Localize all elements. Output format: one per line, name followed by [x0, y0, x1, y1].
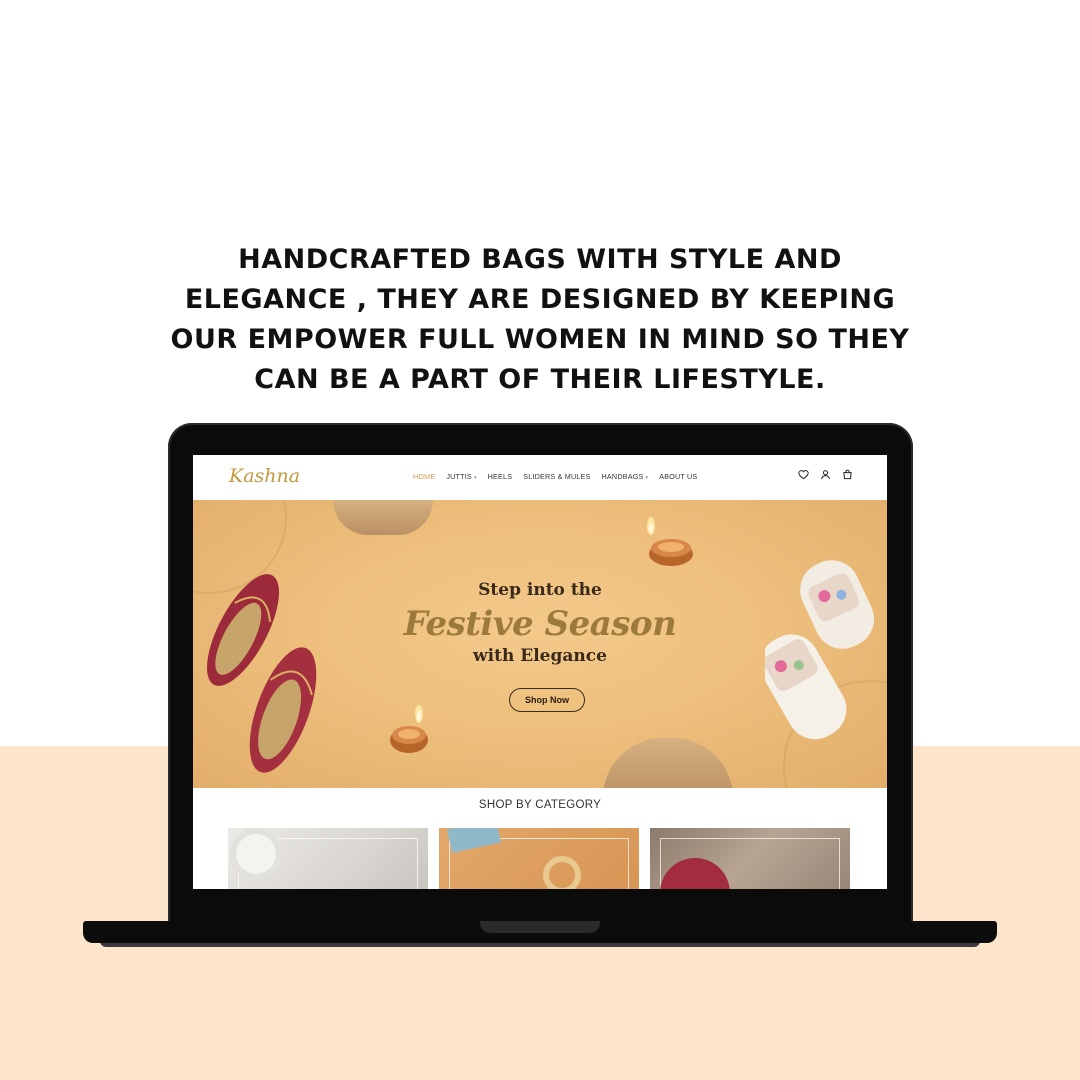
header-icons: [798, 469, 853, 480]
nav-handbags[interactable]: HANDBAGS ▾: [602, 472, 649, 481]
headline-line-2: ELEGANCE , THEY ARE DESIGNED BY KEEPING: [184, 284, 896, 315]
bangle-image: [543, 856, 581, 889]
diya-lamp-icon: [647, 517, 693, 566]
nav-sliders-mules[interactable]: SLIDERS & MULES: [523, 472, 590, 481]
laptop-notch: [480, 921, 600, 933]
category-tile[interactable]: [228, 828, 428, 889]
headline-line-4: CAN BE A PART OF THEIR LIFESTYLE.: [254, 364, 826, 395]
hero-banner: Step into the Festive Season with Elegan…: [193, 500, 887, 788]
category-section-title: SHOP BY CATEGORY: [478, 799, 602, 811]
headline-line-1: HANDCRAFTED BAGS WITH STYLE AND: [238, 244, 842, 275]
nav-heels[interactable]: HEELS: [488, 472, 513, 481]
site-header: Kashna HOME JUTTIS ▾ HEELS SLIDERS & MULE…: [193, 455, 887, 500]
heart-icon[interactable]: [798, 469, 809, 480]
headline-line-3: OUR EMPOWER FULL WOMEN IN MIND SO THEY: [170, 324, 910, 355]
hero-line-1: Step into the: [478, 580, 602, 600]
arch-decoration: [333, 500, 433, 535]
category-tile[interactable]: [439, 828, 639, 889]
shop-now-button[interactable]: Shop Now: [509, 688, 585, 712]
site-logo[interactable]: Kashna: [229, 465, 300, 487]
headline: HANDCRAFTED BAGS WITH STYLE AND ELEGANCE…: [150, 240, 930, 400]
chevron-down-icon: ▾: [473, 475, 477, 481]
bag-icon[interactable]: [842, 469, 853, 480]
nav-juttis[interactable]: JUTTIS ▾: [446, 472, 476, 481]
nav-about-us[interactable]: ABOUT US: [659, 472, 697, 481]
heels-image: [236, 834, 276, 874]
nav-juttis-label: JUTTIS: [446, 472, 472, 481]
hero-headline: Step into the Festive Season with Elegan…: [193, 580, 887, 666]
main-menu: HOME JUTTIS ▾ HEELS SLIDERS & MULES HANDB…: [413, 472, 697, 481]
nav-handbags-label: HANDBAGS: [601, 472, 644, 481]
hero-line-2: Festive Season: [403, 604, 677, 644]
laptop-screen: Kashna HOME JUTTIS ▾ HEELS SLIDERS & MULE…: [193, 455, 887, 889]
arch-decoration: [603, 738, 733, 788]
hero-line-3: with Elegance: [473, 646, 607, 666]
user-icon[interactable]: [820, 469, 831, 480]
chevron-down-icon: ▾: [645, 475, 649, 481]
category-tile[interactable]: [650, 828, 850, 889]
nav-home[interactable]: HOME: [413, 472, 435, 481]
diya-lamp-icon: [390, 705, 428, 753]
